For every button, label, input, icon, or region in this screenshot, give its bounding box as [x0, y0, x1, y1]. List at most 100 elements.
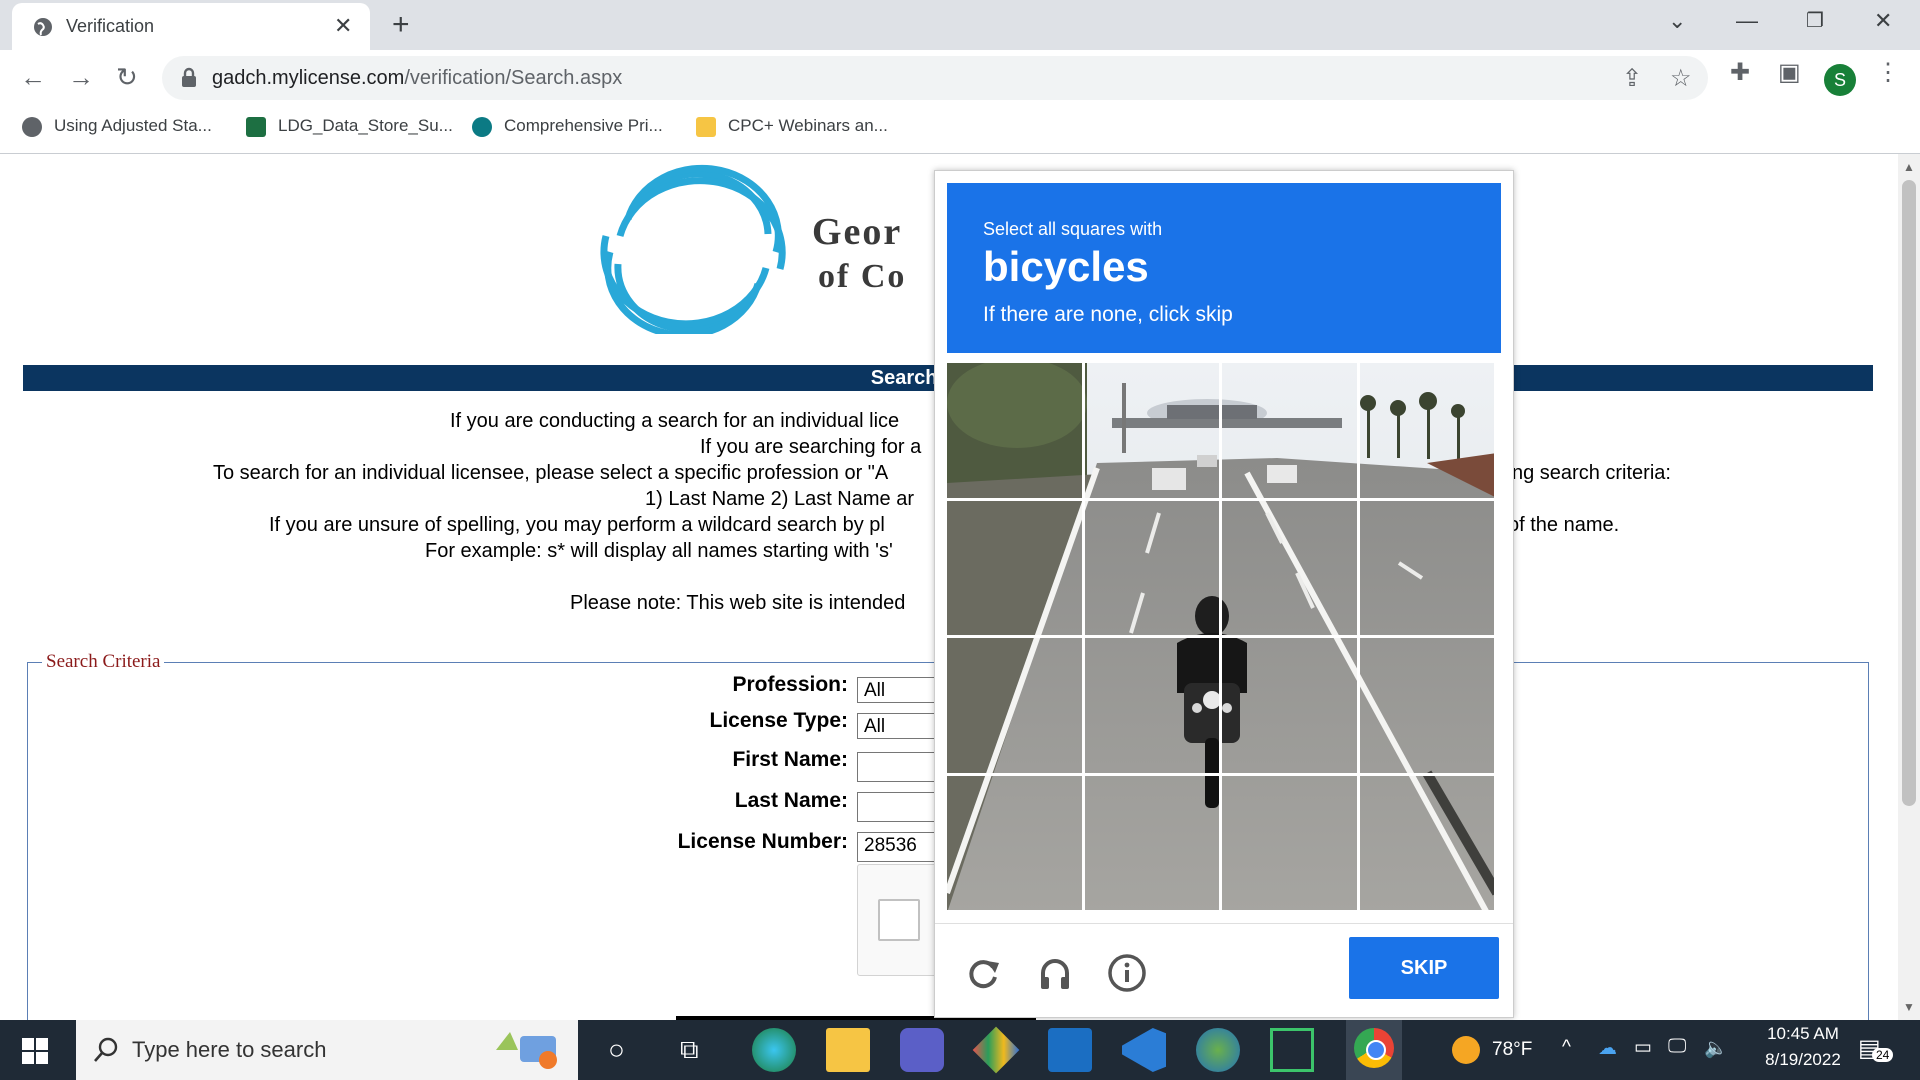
challenge-header: Select all squares with bicycles If ther…	[947, 183, 1501, 353]
extensions-icon[interactable]: ✚	[1730, 58, 1750, 87]
app-icon[interactable]	[1048, 1028, 1092, 1072]
instruction-line: To search for an individual licensee, pl…	[213, 462, 889, 484]
organization-name-line2: of Co	[818, 258, 907, 295]
url-text: gadch.mylicense.com/verification/Search.…	[212, 67, 623, 89]
instruction-line: For example: s* will display all names s…	[425, 540, 893, 562]
notification-count: 24	[1872, 1048, 1894, 1062]
instruction-line: of the name.	[1508, 514, 1620, 536]
scroll-up-icon[interactable]: ▲	[1903, 160, 1915, 174]
instruction-line: ng search criteria:	[1512, 462, 1671, 484]
notification-icon[interactable]: ▤ 24	[1858, 1034, 1894, 1064]
back-icon[interactable]: ←	[20, 62, 46, 93]
taskbar-search[interactable]: Type here to search	[76, 1020, 578, 1080]
audio-icon[interactable]	[1035, 953, 1075, 993]
bookmark-item[interactable]: CPC+ Webinars an...	[696, 116, 888, 137]
captcha-tile[interactable]	[1356, 497, 1497, 638]
info-icon[interactable]	[1107, 953, 1147, 993]
search-criteria-legend: Search Criteria	[46, 651, 161, 672]
bookmark-item[interactable]: LDG_Data_Store_Su...	[246, 116, 453, 137]
recaptcha-challenge: Select all squares with bicycles If ther…	[934, 170, 1514, 1018]
weather-temp[interactable]: 78°F	[1492, 1039, 1532, 1061]
clock[interactable]: 10:45 AM 8/19/2022	[1748, 1024, 1858, 1070]
file-explorer-icon[interactable]	[826, 1028, 870, 1072]
captcha-tile[interactable]	[1219, 360, 1360, 501]
captcha-tile[interactable]	[944, 497, 1085, 638]
license-type-label: License Type:	[709, 709, 849, 732]
captcha-tile[interactable]	[1356, 360, 1497, 501]
skip-button[interactable]: SKIP	[1349, 937, 1499, 999]
url-bar[interactable]: gadch.mylicense.com/verification/Search.…	[162, 56, 1708, 100]
captcha-tile[interactable]	[1081, 497, 1222, 638]
captcha-tile[interactable]	[1219, 497, 1360, 638]
recaptcha-checkbox[interactable]	[878, 899, 920, 941]
page-scrollbar[interactable]: ▲ ▼	[1898, 154, 1920, 1020]
tab-strip: Verification ✕ + ⌄ — ❐ ✕	[0, 0, 1920, 50]
chrome-icon	[1354, 1028, 1394, 1068]
license-number-label: License Number:	[677, 830, 848, 853]
app-icon[interactable]	[1270, 1028, 1314, 1072]
chrome-taskbar-button[interactable]	[1346, 1020, 1402, 1080]
close-window-icon[interactable]: ✕	[1874, 8, 1892, 34]
sharepoint-icon	[472, 116, 492, 137]
tab-title: Verification	[66, 16, 155, 36]
captcha-tile[interactable]	[1081, 360, 1222, 501]
scroll-down-icon[interactable]: ▼	[1903, 1000, 1915, 1014]
first-name-label: First Name:	[732, 748, 848, 771]
divider	[935, 923, 1513, 924]
reload-icon[interactable]	[963, 953, 1003, 993]
bookmark-star-icon[interactable]: ☆	[1670, 64, 1692, 93]
battery-icon[interactable]: ▭	[1634, 1036, 1652, 1059]
challenge-target: bicycles	[983, 243, 1149, 290]
challenge-hint: If there are none, click skip	[983, 303, 1233, 326]
close-tab-icon[interactable]: ✕	[334, 13, 352, 39]
menu-kebab-icon[interactable]: ⋮	[1876, 58, 1900, 87]
task-view-icon[interactable]: ⧉	[680, 1034, 699, 1066]
captcha-tile[interactable]	[1219, 772, 1360, 913]
search-highlight-icon	[496, 1032, 557, 1069]
forward-icon[interactable]: →	[68, 62, 94, 93]
new-tab-icon[interactable]: +	[392, 8, 410, 42]
volume-icon[interactable]: 🔈	[1704, 1036, 1728, 1060]
app-icon[interactable]	[972, 1026, 1020, 1074]
captcha-tile[interactable]	[944, 635, 1085, 776]
scrollbar-thumb[interactable]	[1902, 180, 1916, 806]
captcha-tile[interactable]	[944, 360, 1085, 501]
vscode-icon[interactable]	[1122, 1028, 1166, 1072]
tray-chevron-icon[interactable]: ^	[1562, 1037, 1571, 1059]
restore-icon[interactable]: ❐	[1806, 8, 1824, 33]
instruction-line: 1) Last Name 2) Last Name ar	[645, 488, 914, 510]
instruction-line: If you are searching for a	[700, 436, 922, 458]
captcha-tile[interactable]	[1219, 635, 1360, 776]
cortana-icon[interactable]: ○	[608, 1034, 625, 1066]
organization-logo	[600, 164, 786, 334]
captcha-tile[interactable]	[944, 772, 1085, 913]
share-icon[interactable]: ⇪	[1622, 64, 1642, 93]
captcha-tile[interactable]	[1356, 635, 1497, 776]
taskbar-search-text: Type here to search	[132, 1037, 327, 1062]
side-panel-icon[interactable]: ▣	[1778, 58, 1801, 87]
captcha-tile[interactable]	[1081, 635, 1222, 776]
clock-time: 10:45 AM	[1767, 1024, 1839, 1043]
weather-icon[interactable]	[1452, 1036, 1480, 1064]
windows-start-icon[interactable]	[22, 1038, 48, 1064]
search-icon	[94, 1037, 118, 1062]
network-icon[interactable]: 🖵	[1668, 1036, 1686, 1058]
address-bar-row: ← → ↻ gadch.mylicense.com/verification/S…	[0, 50, 1920, 106]
teams-icon[interactable]	[900, 1028, 944, 1072]
captcha-tile[interactable]	[1081, 772, 1222, 913]
edge-icon[interactable]	[752, 1028, 796, 1072]
profession-label: Profession:	[732, 673, 848, 696]
captcha-tile[interactable]	[1356, 772, 1497, 913]
reload-page-icon[interactable]: ↻	[116, 62, 138, 93]
tab-search-icon[interactable]: ⌄	[1668, 8, 1686, 34]
onedrive-icon[interactable]: ☁	[1598, 1037, 1617, 1060]
tile-grid	[944, 360, 1497, 913]
tab-verification[interactable]: Verification ✕	[12, 3, 370, 50]
bookmark-item[interactable]: Using Adjusted Sta...	[22, 116, 212, 137]
minimize-icon[interactable]: —	[1736, 8, 1758, 34]
profile-avatar[interactable]: S	[1824, 64, 1856, 96]
clock-date: 8/19/2022	[1765, 1050, 1841, 1069]
challenge-instruction: Select all squares with	[983, 219, 1163, 239]
app-icon[interactable]	[1196, 1028, 1240, 1072]
bookmark-item[interactable]: Comprehensive Pri...	[472, 116, 663, 137]
